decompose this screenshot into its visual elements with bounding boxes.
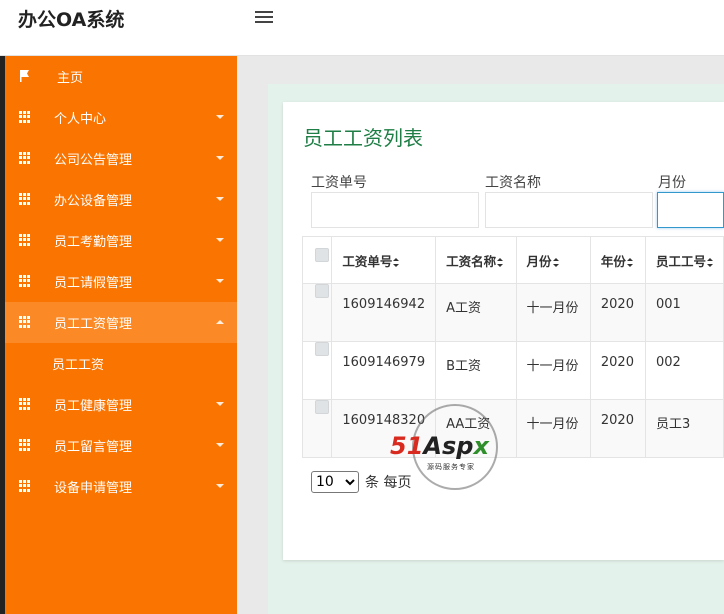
page-size-select[interactable]: 10 [311, 471, 359, 493]
sidebar-item-office-equipment[interactable]: 办公设备管理 [5, 179, 237, 220]
caret-down-icon [216, 238, 224, 242]
grid-icon [19, 275, 31, 287]
table-cell: 十一月份 [515, 283, 591, 342]
table-cell: 十一月份 [515, 341, 591, 400]
watermark-tagline: 源码服务专家 [427, 463, 475, 471]
grid-icon [19, 439, 31, 451]
row-select-cell [301, 283, 333, 342]
sidebar-item-salary[interactable]: 员工工资管理 [5, 302, 237, 343]
hamburger-menu-icon[interactable] [255, 11, 273, 25]
row-select-cell [301, 341, 333, 400]
row-select-cell [301, 399, 333, 458]
row-checkbox[interactable] [315, 284, 329, 298]
table-cell: 001 [644, 283, 724, 342]
sidebar-item-label: 公司公告管理 [54, 153, 133, 168]
sidebar-item-label: 员工考勤管理 [54, 235, 133, 250]
grid-icon [19, 152, 31, 164]
grid-icon [19, 193, 31, 205]
month-input[interactable] [657, 192, 724, 228]
sidebar-item-label: 办公设备管理 [54, 194, 133, 209]
sidebar-item-label: 员工请假管理 [54, 276, 133, 291]
sidebar-item-label: 主页 [57, 71, 84, 86]
table-cell: 2020 [589, 341, 646, 400]
sort-icon [497, 257, 504, 267]
sidebar-item-messages[interactable]: 员工留言管理 [5, 425, 237, 466]
column-header-salary-no[interactable]: 工资单号 [331, 236, 437, 284]
table-cell: 2020 [589, 283, 646, 342]
table-cell: 1609146942 [331, 283, 437, 342]
table-header-row: 工资单号 工资名称 月份 年份 员工工号 [301, 236, 724, 284]
filter-label-salary-no: 工资单号 [311, 175, 367, 191]
sidebar-item-label: 员工健康管理 [54, 399, 133, 414]
column-header-employee-no[interactable]: 员工工号 [644, 236, 724, 284]
sidebar-item-announcements[interactable]: 公司公告管理 [5, 138, 237, 179]
table-cell: 十一月份 [515, 399, 591, 458]
table-row[interactable]: 1609146942 A工资 十一月份 2020 001 [301, 283, 724, 342]
top-bar: 办公OA系统 [0, 0, 724, 56]
sidebar-item-equipment-requests[interactable]: 设备申请管理 [5, 466, 237, 507]
sidebar-item-health[interactable]: 员工健康管理 [5, 384, 237, 425]
sidebar-item-label: 设备申请管理 [54, 481, 133, 496]
table-row[interactable]: 1609146979 B工资 十一月份 2020 002 [301, 341, 724, 400]
column-header-salary-name[interactable]: 工资名称 [435, 236, 517, 284]
caret-down-icon [216, 156, 224, 160]
sort-icon [626, 257, 633, 267]
caret-down-icon [216, 443, 224, 447]
sidebar-subitem-salary[interactable]: 员工工资 [5, 343, 237, 384]
grid-icon [19, 316, 31, 328]
sidebar-item-personal-center[interactable]: 个人中心 [5, 97, 237, 138]
select-all-cell [301, 236, 333, 284]
filter-label-salary-name: 工资名称 [485, 175, 541, 191]
sort-icon [706, 257, 713, 267]
caret-up-icon [216, 320, 224, 324]
table-cell: 2020 [589, 399, 646, 458]
table-cell: 1609146979 [331, 341, 437, 400]
salary-no-input[interactable] [311, 192, 479, 228]
page-title: 员工工资列表 [303, 126, 423, 150]
watermark-logo: 51Aspx 源码服务专家 [390, 404, 515, 494]
sidebar: 主页 个人中心 公司公告管理 办公设备管理 员工考勤管理 员工请假管理 员工工资… [0, 56, 237, 614]
sidebar-subitem-label: 员工工资 [52, 358, 105, 373]
filter-label-month: 月份 [658, 175, 686, 191]
caret-down-icon [216, 115, 224, 119]
sidebar-item-attendance[interactable]: 员工考勤管理 [5, 220, 237, 261]
select-all-checkbox[interactable] [315, 247, 329, 262]
column-header-month[interactable]: 月份 [515, 236, 591, 284]
sidebar-item-leave[interactable]: 员工请假管理 [5, 261, 237, 302]
sidebar-item-label: 个人中心 [54, 112, 107, 127]
grid-icon [19, 480, 31, 492]
sidebar-item-home[interactable]: 主页 [5, 56, 237, 97]
app-title: 办公OA系统 [18, 9, 125, 31]
caret-down-icon [216, 197, 224, 201]
watermark-brand: 51Aspx [390, 432, 489, 460]
row-checkbox[interactable] [315, 400, 329, 414]
sort-icon [552, 257, 559, 267]
grid-icon [19, 234, 31, 246]
sort-icon [393, 257, 400, 267]
salary-name-input[interactable] [485, 192, 653, 228]
grid-icon [19, 398, 31, 410]
caret-down-icon [216, 484, 224, 488]
table-cell: B工资 [435, 341, 517, 400]
sidebar-item-label: 员工工资管理 [54, 317, 133, 332]
sidebar-item-label: 员工留言管理 [54, 440, 133, 455]
caret-down-icon [216, 279, 224, 283]
row-checkbox[interactable] [315, 342, 329, 356]
table-cell: 002 [644, 341, 724, 400]
caret-down-icon [216, 402, 224, 406]
column-header-year[interactable]: 年份 [589, 236, 646, 284]
flag-icon [20, 70, 29, 82]
table-cell: 员工3 [644, 399, 724, 458]
table-cell: A工资 [435, 283, 517, 342]
grid-icon [19, 111, 31, 123]
